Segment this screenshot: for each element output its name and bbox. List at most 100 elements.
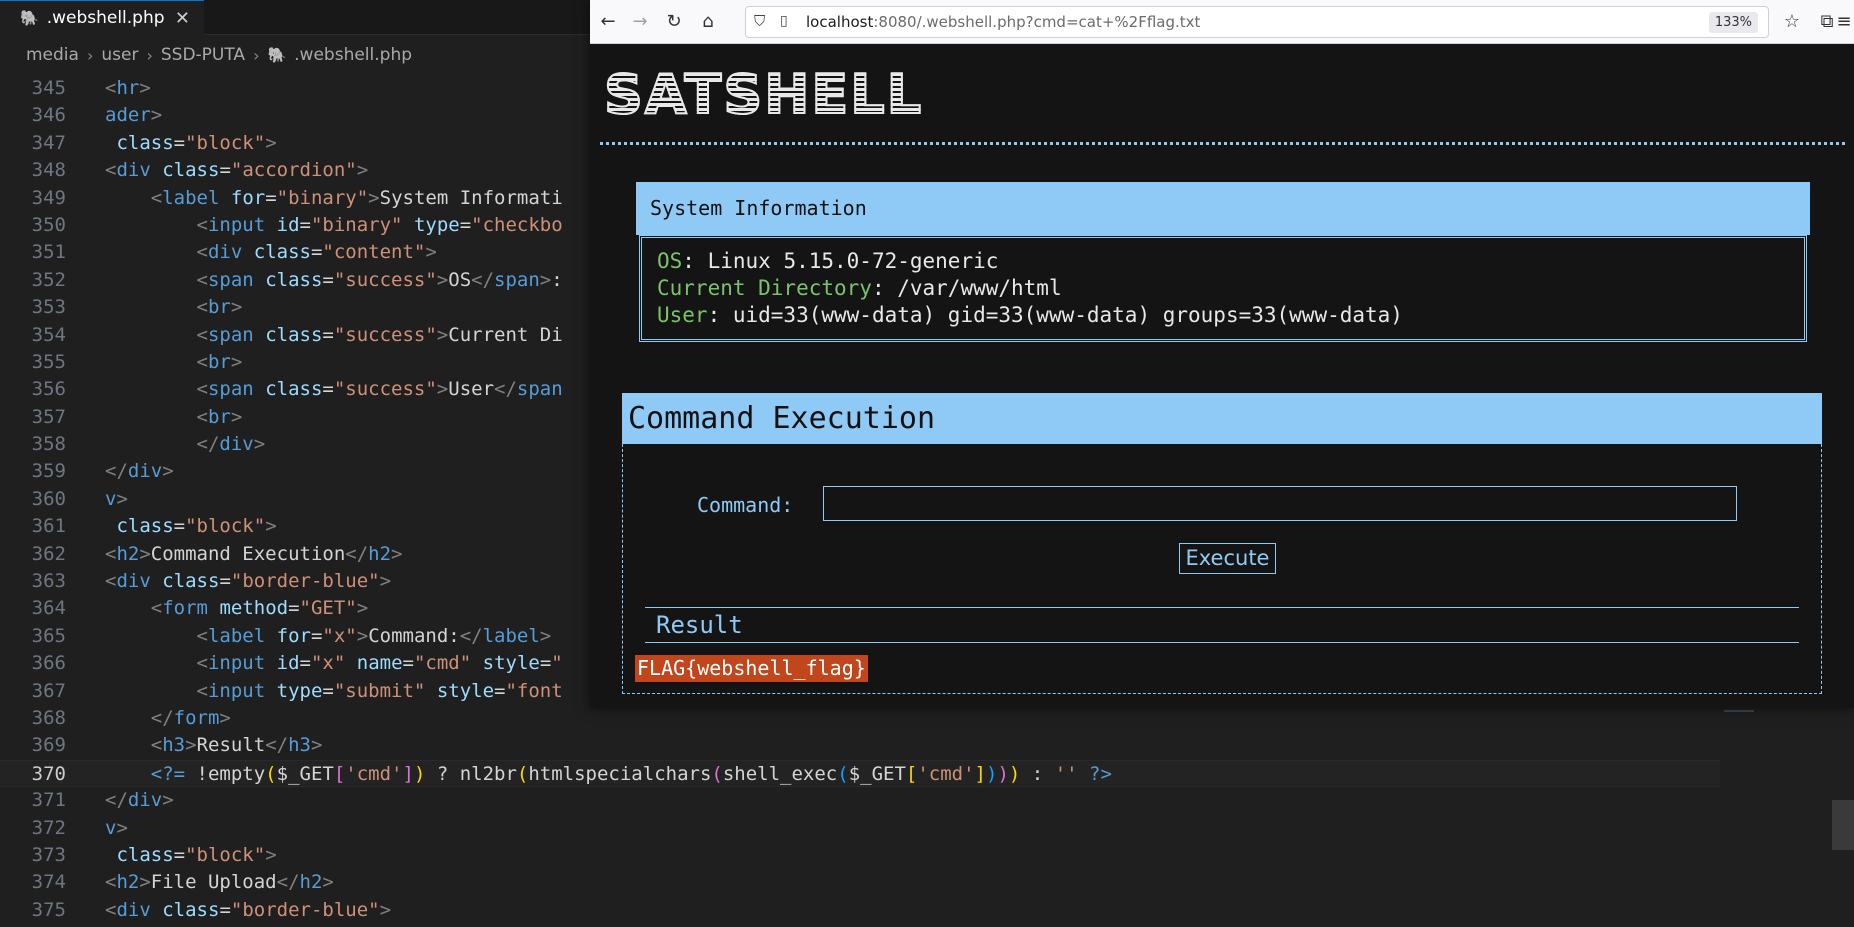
- line-text: <input id="x" name="cmd" style=": [196, 652, 563, 675]
- php-file-icon: 🐘: [267, 46, 287, 64]
- back-arrow-icon[interactable]: ←: [596, 10, 620, 34]
- satshell-logo: SATSHELL: [603, 62, 924, 127]
- home-icon[interactable]: ⌂: [696, 10, 720, 34]
- menu-icon[interactable]: ≡: [1835, 10, 1853, 34]
- browser-toolbar: ← → ↻ ⌂ ⛉ ▯ localhost:8080/.webshell.php…: [590, 0, 1854, 44]
- line-text: <label for="binary">System Informati: [150, 186, 563, 209]
- zoom-level-badge[interactable]: 133%: [1708, 12, 1758, 33]
- line-text: </div>: [105, 460, 174, 483]
- line-number: 349: [31, 186, 66, 209]
- line-text: <span class="success">User</span: [196, 378, 563, 401]
- line-number: 359: [31, 460, 66, 483]
- line-text: <?= !empty($_GET['cmd']) ? nl2br(htmlspe…: [150, 762, 1112, 785]
- code-line[interactable]: 373 class="block">: [0, 842, 1720, 869]
- line-number: 354: [31, 323, 66, 346]
- code-line[interactable]: 375 <div class="border-blue">: [0, 897, 1720, 924]
- code-line[interactable]: 374 <h2>File Upload</h2>: [0, 869, 1720, 896]
- system-info-panel: System Information OS: Linux 5.15.0-72-g…: [636, 182, 1810, 346]
- line-text: <br>: [196, 350, 243, 373]
- line-text: <div class="content">: [196, 241, 437, 264]
- system-info-title[interactable]: System Information: [636, 182, 1810, 235]
- line-number: 366: [31, 652, 66, 675]
- line-number: 362: [31, 542, 66, 565]
- scrollbar-thumb[interactable]: [1832, 800, 1854, 850]
- line-text: <div class="border-blue">: [105, 570, 392, 593]
- php-file-icon: 🐘: [20, 9, 39, 27]
- line-number: 350: [31, 213, 66, 236]
- header-divider: [600, 142, 1845, 145]
- reload-icon[interactable]: ↻: [662, 10, 686, 34]
- line-text: <br>: [196, 296, 243, 319]
- line-number: 373: [31, 843, 66, 866]
- result-heading: Result: [645, 607, 1799, 643]
- line-text: <input id="binary" type="checkbo: [196, 213, 563, 236]
- command-output: FLAG{webshell_flag}: [635, 655, 868, 682]
- chevron-right-icon: ›: [86, 45, 94, 65]
- breadcrumb-item-media[interactable]: media: [26, 45, 79, 65]
- line-number: 358: [31, 433, 66, 456]
- shield-icon[interactable]: ⛉: [754, 12, 765, 30]
- user-key: User: [657, 303, 708, 327]
- os-row: OS: Linux 5.15.0-72-generic: [657, 248, 1789, 275]
- url-host: localhost: [806, 13, 874, 31]
- breadcrumb-item-folder[interactable]: SSD-PUTA: [161, 45, 245, 65]
- line-text: class="block">: [116, 843, 277, 866]
- line-text: </form>: [150, 706, 231, 729]
- line-text: v>: [105, 816, 128, 839]
- close-icon[interactable]: ✕: [175, 8, 190, 29]
- system-info-content: OS: Linux 5.15.0-72-generic Current Dire…: [639, 235, 1807, 342]
- line-number: 355: [31, 350, 66, 373]
- breadcrumb-item-file[interactable]: .webshell.php: [294, 45, 412, 65]
- line-number: 365: [31, 624, 66, 647]
- command-execution-panel: Command: Execute Result FLAG{webshell_fl…: [622, 444, 1822, 694]
- line-text: <br>: [196, 405, 243, 428]
- code-line[interactable]: 371 </div>: [0, 787, 1720, 814]
- page-info-icon[interactable]: ▯: [780, 13, 788, 29]
- code-line[interactable]: 370 <?= !empty($_GET['cmd']) ? nl2br(htm…: [0, 759, 1720, 788]
- line-number: 372: [31, 816, 66, 839]
- line-text: class="block">: [116, 131, 277, 154]
- line-number: 371: [31, 789, 66, 812]
- line-text: <input type="submit" style="font: [196, 679, 563, 702]
- line-number: 347: [31, 131, 66, 154]
- os-key: OS: [657, 249, 683, 273]
- line-number: 345: [31, 77, 66, 99]
- line-number: 369: [31, 734, 66, 757]
- line-text: <span class="success">Current Di: [196, 323, 563, 346]
- user-row: User: uid=33(www-data) gid=33(www-data) …: [657, 302, 1789, 329]
- url-path: :8080/.webshell.php?cmd=cat+%2Fflag.txt: [873, 13, 1201, 31]
- code-line[interactable]: 369 <h3>Result</h3>: [0, 732, 1720, 759]
- command-input[interactable]: [823, 486, 1737, 521]
- line-text: </div>: [196, 433, 266, 456]
- line-number: 360: [31, 487, 66, 510]
- line-number: 356: [31, 378, 66, 401]
- tab-webshell-php[interactable]: 🐘 .webshell.php ✕: [0, 0, 204, 35]
- line-text: <div class="accordion">: [105, 159, 369, 182]
- chevron-right-icon: ›: [146, 45, 153, 65]
- line-text: <h2>Command Execution</h2>: [105, 542, 403, 565]
- tab-label: .webshell.php: [46, 8, 165, 28]
- line-text: <div class="border-blue">: [105, 898, 392, 921]
- line-number: 353: [31, 296, 66, 319]
- line-text: class="block">: [116, 515, 277, 538]
- url-bar[interactable]: ⛉ ▯ localhost:8080/.webshell.php?cmd=cat…: [745, 6, 1769, 38]
- code-line[interactable]: 372 v>: [0, 815, 1720, 842]
- line-number: 367: [31, 679, 66, 702]
- line-text: <span class="success">OS</span>:: [196, 268, 563, 291]
- code-line[interactable]: 368 </form>: [0, 705, 1720, 732]
- execute-button[interactable]: Execute: [1179, 543, 1276, 574]
- webshell-page: SATSHELL System Information OS: Linux 5.…: [590, 45, 1854, 708]
- line-number: 375: [31, 898, 66, 921]
- forward-arrow-icon[interactable]: →: [628, 10, 652, 34]
- user-value: : uid=33(www-data) gid=33(www-data) grou…: [707, 303, 1403, 327]
- breadcrumb-item-user[interactable]: user: [101, 45, 138, 65]
- directory-key: Current Directory: [657, 276, 872, 300]
- line-text: <hr>: [105, 77, 151, 99]
- command-label: Command:: [697, 493, 794, 517]
- line-number: 348: [31, 159, 66, 182]
- line-number: 364: [31, 597, 66, 620]
- line-number: 370: [31, 762, 66, 785]
- bookmark-star-icon[interactable]: ☆: [1780, 10, 1804, 34]
- directory-row: Current Directory: /var/www/html: [657, 275, 1789, 302]
- url-text[interactable]: localhost:8080/.webshell.php?cmd=cat+%2F…: [806, 13, 1200, 31]
